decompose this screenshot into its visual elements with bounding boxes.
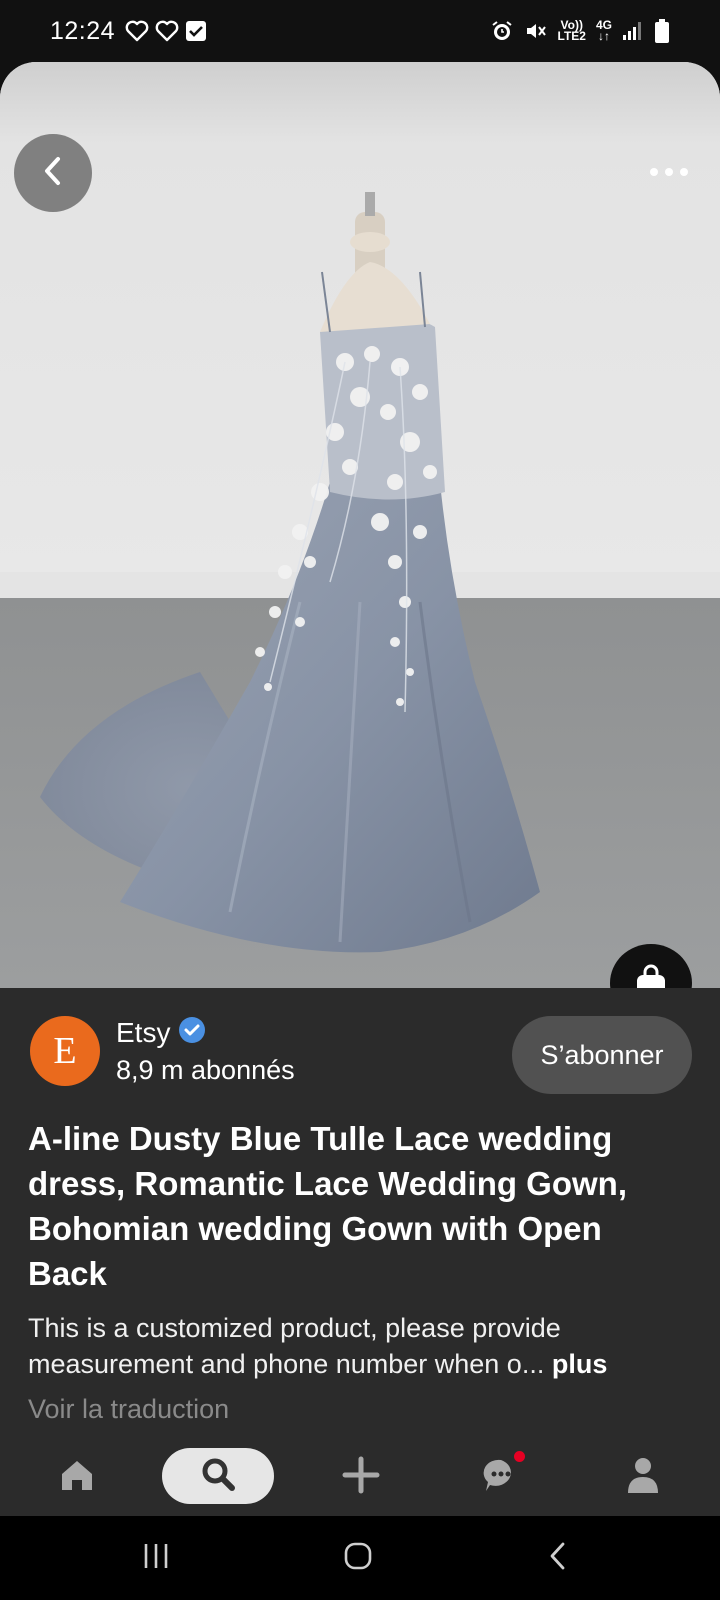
alarm-icon bbox=[490, 19, 514, 43]
home-circle-icon bbox=[343, 1541, 373, 1576]
verified-badge-icon bbox=[178, 1016, 206, 1049]
profile-icon bbox=[625, 1455, 661, 1500]
description-line-1: This is a customized product, please pro… bbox=[28, 1313, 561, 1343]
status-right-icons: Vo)) LTE2 4G ↓↑ bbox=[490, 18, 670, 44]
notification-dot bbox=[514, 1450, 525, 1462]
creator-name[interactable]: Etsy bbox=[116, 1017, 170, 1049]
plus-icon bbox=[341, 1455, 381, 1500]
pin-image[interactable] bbox=[0, 62, 720, 988]
creator-avatar[interactable]: E bbox=[30, 1016, 100, 1086]
wedding-dress-image bbox=[0, 62, 720, 988]
nav-home[interactable] bbox=[44, 1438, 110, 1516]
shopping-bag-icon bbox=[634, 963, 668, 988]
back-button[interactable] bbox=[14, 134, 92, 212]
more-horizontal-icon bbox=[649, 164, 689, 182]
bottom-navigation bbox=[0, 1438, 720, 1516]
home-icon bbox=[58, 1456, 96, 1499]
search-icon bbox=[198, 1454, 238, 1499]
system-back-button[interactable] bbox=[528, 1534, 588, 1582]
pin-description: This is a customized product, please pro… bbox=[28, 1310, 688, 1382]
more-link[interactable]: plus bbox=[552, 1349, 608, 1379]
follower-count: 8,9 m abonnés bbox=[116, 1055, 295, 1085]
data-arrows: ↓↑ bbox=[597, 29, 610, 43]
battery-icon bbox=[654, 18, 670, 44]
recent-apps-icon bbox=[141, 1542, 171, 1575]
chevron-left-icon bbox=[39, 154, 67, 193]
signal-icon bbox=[622, 21, 644, 41]
checkbox-icon bbox=[185, 20, 207, 42]
more-options-button[interactable] bbox=[644, 158, 694, 188]
nav-create[interactable] bbox=[326, 1438, 396, 1516]
follow-button[interactable]: S’abonner bbox=[512, 1016, 692, 1094]
status-left-icons bbox=[125, 20, 207, 42]
lte-label: LTE2 bbox=[557, 29, 586, 43]
nav-search[interactable] bbox=[162, 1448, 274, 1504]
volte-icon: Vo)) LTE2 bbox=[557, 19, 586, 43]
heart-outline-icon bbox=[125, 20, 149, 42]
messages-icon bbox=[481, 1450, 525, 1500]
status-bar: 12:24 Vo)) LTE2 4G ↓↑ bbox=[0, 0, 720, 62]
recent-apps-button[interactable] bbox=[126, 1534, 186, 1582]
nav-profile[interactable] bbox=[608, 1438, 678, 1516]
home-button[interactable] bbox=[328, 1534, 388, 1582]
creator-info: Etsy 8,9 m abonnés bbox=[116, 1016, 295, 1086]
description-line-2: measurement and phone number when o... bbox=[28, 1349, 545, 1379]
back-arrow-icon bbox=[547, 1540, 569, 1577]
system-navigation-bar bbox=[0, 1516, 720, 1600]
pin-details: E Etsy 8,9 m abonnés S’abonner A-line Du… bbox=[0, 988, 720, 1438]
mute-icon bbox=[524, 19, 548, 43]
pin-title: A-line Dusty Blue Tulle Lace wedding dre… bbox=[28, 1120, 627, 1292]
status-time: 12:24 bbox=[50, 16, 116, 45]
translate-link[interactable]: Voir la traduction bbox=[28, 1394, 229, 1426]
4g-icon: 4G ↓↑ bbox=[596, 19, 612, 43]
creator-row[interactable]: E Etsy 8,9 m abonnés bbox=[30, 1016, 295, 1086]
nav-messages[interactable] bbox=[466, 1438, 536, 1516]
creator-name-row: Etsy bbox=[116, 1016, 295, 1049]
heart-outline-icon bbox=[155, 20, 179, 42]
